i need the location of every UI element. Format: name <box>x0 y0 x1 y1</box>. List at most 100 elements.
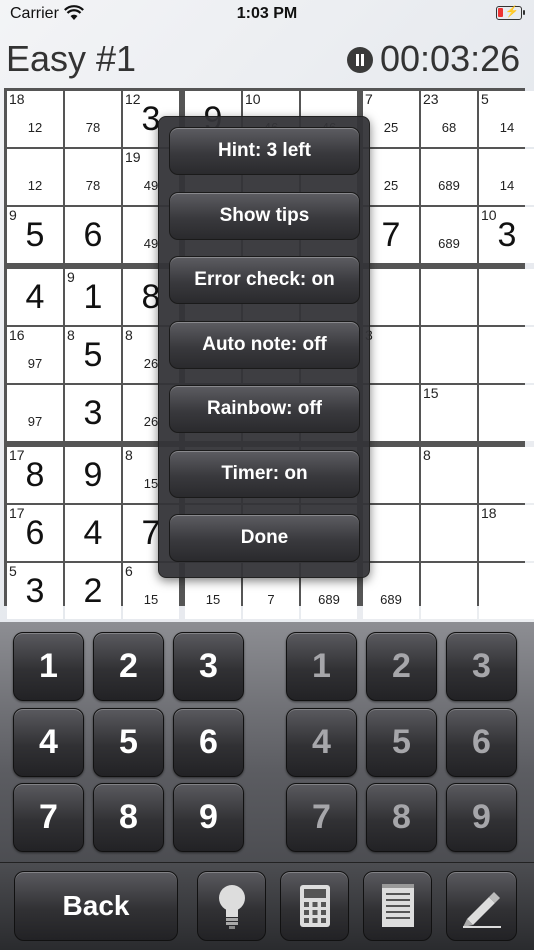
cell-value: 4 <box>83 513 103 552</box>
note-key-2[interactable]: 2 <box>366 632 437 701</box>
grid-cell[interactable]: 4 <box>7 269 63 325</box>
digit-key-9[interactable]: 9 <box>173 783 244 852</box>
cell-candidates: 689 <box>380 591 402 607</box>
cell-candidates: 15 <box>205 591 221 607</box>
cell-value: 5 <box>83 335 103 374</box>
calculator-icon <box>299 885 330 927</box>
done-button[interactable]: Done <box>169 514 360 562</box>
grid-cell[interactable]: 9 <box>65 447 121 503</box>
note-key-1[interactable]: 1 <box>286 632 357 701</box>
note-key-8[interactable]: 8 <box>366 783 437 852</box>
grid-cell[interactable]: 12 <box>7 149 63 205</box>
grid-cell[interactable] <box>421 269 477 325</box>
battery-icon: ⚡ <box>496 6 525 20</box>
note-key-4[interactable]: 4 <box>286 708 357 777</box>
cell-value: 6 <box>83 215 103 254</box>
grid-cell[interactable]: 7 <box>363 207 419 263</box>
timer-toggle[interactable]: Timer: on <box>169 450 360 498</box>
pencil-button[interactable] <box>446 871 517 941</box>
rainbow-toggle[interactable]: Rainbow: off <box>169 385 360 433</box>
grid-cell[interactable]: 17 8 <box>7 447 63 503</box>
cell-candidates: 7 <box>267 591 275 607</box>
grid-cell[interactable]: 5 14 <box>479 91 534 147</box>
grid-cell[interactable] <box>479 327 534 383</box>
grid-cell[interactable]: 78 <box>65 149 121 205</box>
grid-cell[interactable]: 17 6 <box>7 505 63 561</box>
grid-cell[interactable]: 689 <box>421 207 477 263</box>
hint-button[interactable]: Hint: 3 left <box>169 127 360 175</box>
note-key-7[interactable]: 7 <box>286 783 357 852</box>
grid-cell[interactable]: 6 <box>65 207 121 263</box>
grid-cell[interactable]: 7 25 <box>363 91 419 147</box>
note-key-6[interactable]: 6 <box>446 708 517 777</box>
grid-cell[interactable] <box>479 269 534 325</box>
cell-candidates: 25 <box>383 177 399 193</box>
digit-key-1[interactable]: 1 <box>13 632 84 701</box>
grid-cell[interactable] <box>479 385 534 441</box>
grid-cell[interactable] <box>421 327 477 383</box>
grid-cell[interactable]: 689 <box>363 563 419 619</box>
back-button[interactable]: Back <box>14 871 178 941</box>
digit-key-4[interactable]: 4 <box>13 708 84 777</box>
grid-cell[interactable] <box>421 505 477 561</box>
grid-cell[interactable] <box>421 563 477 619</box>
cage-sum: 15 <box>423 385 439 401</box>
grid-cell[interactable]: 689 <box>421 149 477 205</box>
grid-cell[interactable]: 18 <box>479 505 534 561</box>
error-check-toggle[interactable]: Error check: on <box>169 256 360 304</box>
grid-cell[interactable]: 14 <box>479 149 534 205</box>
pencil-icon <box>462 892 501 928</box>
cell-candidates: 68 <box>441 119 457 135</box>
grid-cell[interactable]: 97 <box>7 385 63 441</box>
note-key-3[interactable]: 3 <box>446 632 517 701</box>
grid-cell[interactable]: 85 <box>65 327 121 383</box>
digit-key-8[interactable]: 8 <box>93 783 164 852</box>
game-timer: 00:03:26 <box>380 38 521 79</box>
grid-cell[interactable]: 53 <box>7 563 63 619</box>
digit-key-3[interactable]: 3 <box>173 632 244 701</box>
cell-candidates: 15 <box>143 591 159 607</box>
grid-cell[interactable]: 91 <box>65 269 121 325</box>
digit-key-6[interactable]: 6 <box>173 708 244 777</box>
note-key-9[interactable]: 9 <box>446 783 517 852</box>
digit-key-2[interactable]: 2 <box>93 632 164 701</box>
grid-cell[interactable] <box>479 563 534 619</box>
grid-cell[interactable]: 4 <box>65 505 121 561</box>
grid-cell[interactable]: 25 <box>363 149 419 205</box>
grid-cell[interactable]: 15 <box>421 385 477 441</box>
notepad-button[interactable] <box>363 871 432 941</box>
digit-key-5[interactable]: 5 <box>93 708 164 777</box>
grid-cell[interactable]: 23 68 <box>421 91 477 147</box>
pause-icon[interactable] <box>347 47 373 73</box>
cell-value: 1 <box>83 277 103 316</box>
digit-key-7[interactable]: 7 <box>13 783 84 852</box>
grid-cell[interactable]: 8 <box>421 447 477 503</box>
grid-cell[interactable]: 3 <box>363 327 419 383</box>
cell-value: 3 <box>497 215 517 254</box>
calculator-button[interactable] <box>280 871 349 941</box>
grid-cell[interactable]: 3 <box>65 385 121 441</box>
cell-candidates: 78 <box>85 177 101 193</box>
grid-cell[interactable] <box>363 447 419 503</box>
note-key-5[interactable]: 5 <box>366 708 437 777</box>
cell-candidates: 689 <box>438 177 460 193</box>
hint-lightbulb-button[interactable] <box>197 871 266 941</box>
show-tips-button[interactable]: Show tips <box>169 192 360 240</box>
grid-cell[interactable]: 16 97 <box>7 327 63 383</box>
grid-cell[interactable]: 95 <box>7 207 63 263</box>
grid-cell[interactable] <box>363 385 419 441</box>
grid-cell[interactable] <box>363 269 419 325</box>
cell-value: 3 <box>83 393 103 432</box>
grid-cell[interactable]: 78 <box>65 91 121 147</box>
cell-value: 9 <box>83 455 103 494</box>
puzzle-title: Easy #1 <box>6 38 137 79</box>
grid-cell[interactable]: 10 3 <box>479 207 534 263</box>
grid-cell[interactable]: 2 <box>65 563 121 619</box>
grid-cell[interactable]: 18 12 <box>7 91 63 147</box>
auto-note-toggle[interactable]: Auto note: off <box>169 321 360 369</box>
grid-cell[interactable] <box>363 505 419 561</box>
cage-sum: 8 <box>423 447 431 463</box>
grid-cell[interactable] <box>479 447 534 503</box>
cell-candidates: 14 <box>499 177 515 193</box>
cell-candidates: 97 <box>27 355 43 371</box>
